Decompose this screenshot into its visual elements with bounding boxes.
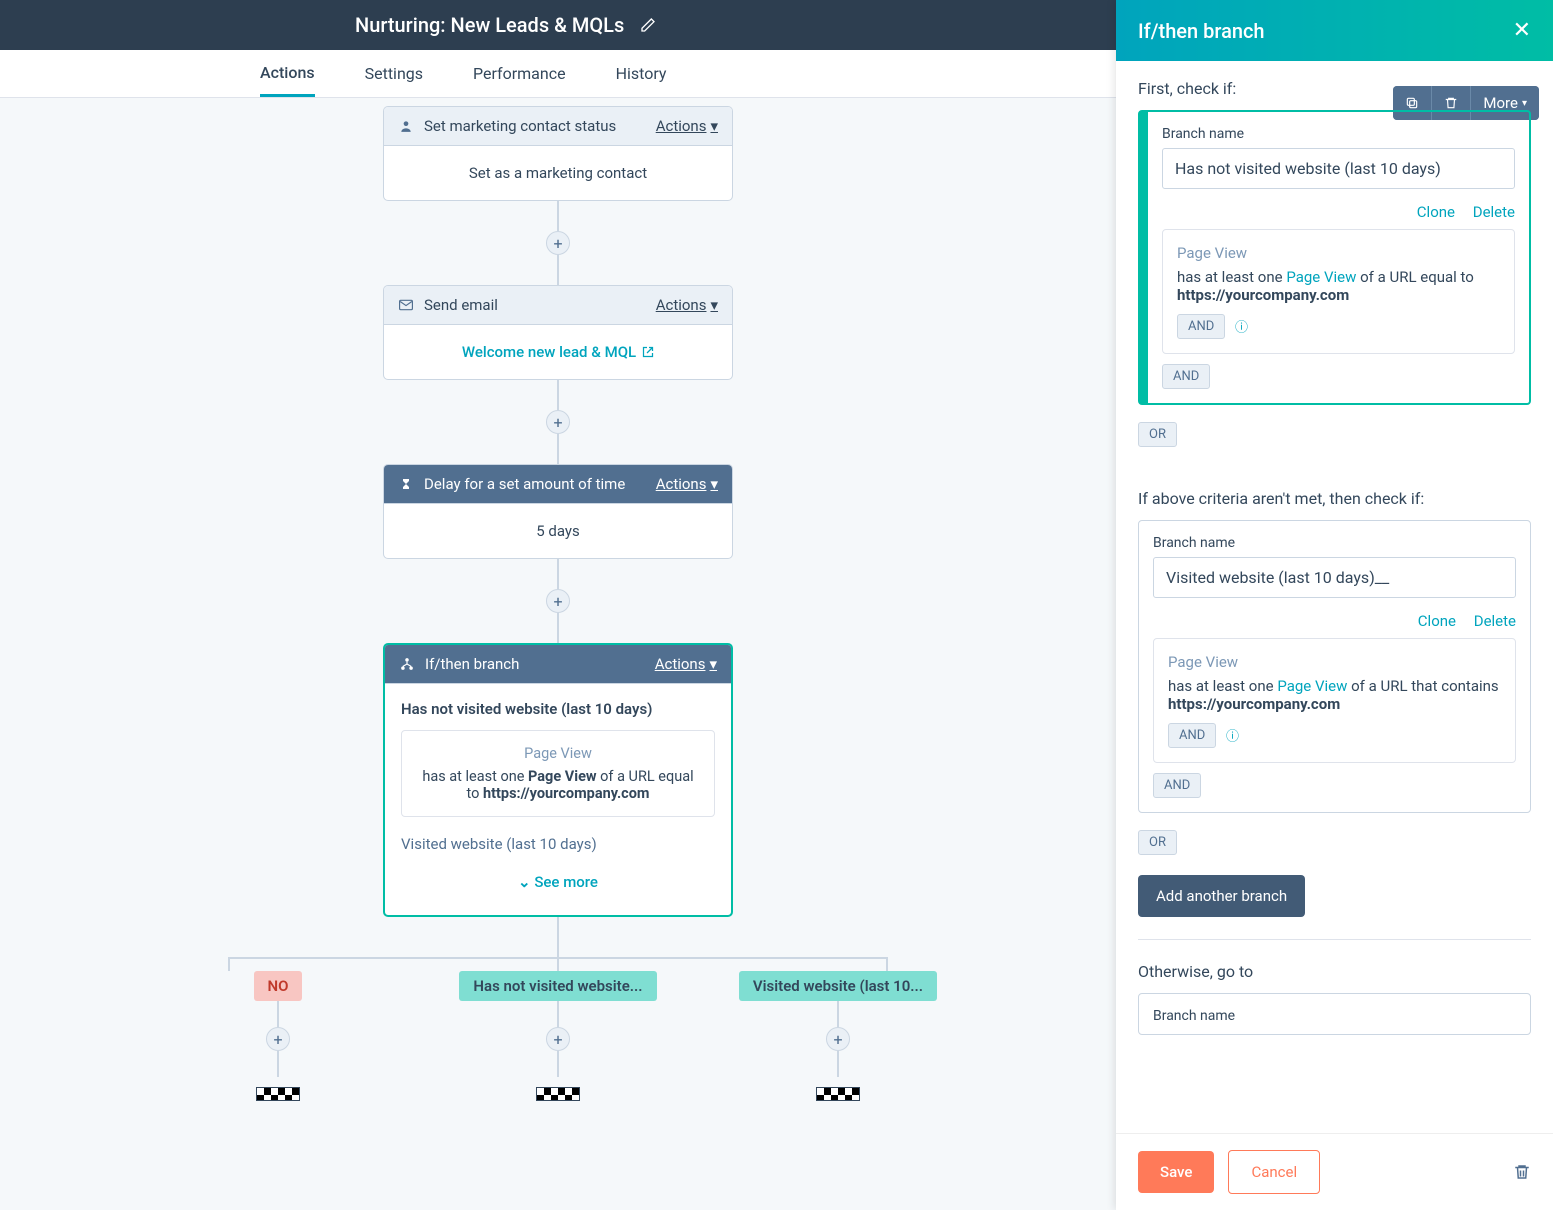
hourglass-icon: [398, 476, 414, 492]
branch-panel-otherwise[interactable]: Branch name: [1138, 993, 1531, 1035]
delete-link[interactable]: Delete: [1474, 612, 1516, 630]
card-actions-menu[interactable]: Actions ▾: [655, 655, 717, 673]
clone-link[interactable]: Clone: [1418, 612, 1456, 630]
sidebar-header: If/then branch ✕: [1116, 0, 1553, 61]
delete-link[interactable]: Delete: [1473, 203, 1515, 221]
card-actions-menu[interactable]: Actions ▾: [656, 117, 718, 135]
filter-box-2[interactable]: Page View has at least one Page View of …: [1153, 638, 1516, 763]
card-title: Delay for a set amount of time: [424, 475, 625, 493]
branch-label-no[interactable]: NO: [254, 971, 303, 1001]
or-pill[interactable]: OR: [1138, 422, 1177, 447]
page-view-heading: Page View: [1168, 653, 1501, 671]
otherwise-label: Otherwise, go to: [1138, 962, 1531, 981]
and-pill[interactable]: AND: [1177, 314, 1225, 339]
criteria-box[interactable]: Page View has at least one Page View of …: [401, 730, 715, 817]
page-view-heading: Page View: [1177, 244, 1500, 262]
connector: [557, 255, 559, 285]
add-action-button[interactable]: +: [546, 410, 570, 434]
branch-1-title: Has not visited website (last 10 days): [401, 700, 715, 718]
add-another-branch-button[interactable]: Add another branch: [1138, 875, 1305, 917]
close-icon[interactable]: ✕: [1513, 18, 1531, 43]
add-action-button[interactable]: +: [266, 1027, 290, 1051]
card-set-marketing-status[interactable]: Set marketing contact status Actions ▾ S…: [383, 106, 733, 201]
branch-icon: [399, 656, 415, 672]
card-body: 5 days: [384, 504, 732, 558]
connector: [557, 434, 559, 464]
filter-box-1[interactable]: Page View has at least one Page View of …: [1162, 229, 1515, 354]
card-title: If/then branch: [425, 655, 519, 673]
branch-2-title: Visited website (last 10 days): [401, 835, 715, 853]
card-title: Set marketing contact status: [424, 117, 616, 135]
branch-label-1[interactable]: Has not visited website...: [459, 971, 656, 1001]
card-actions-menu[interactable]: Actions ▾: [656, 475, 718, 493]
card-title: Send email: [424, 296, 498, 314]
info-icon[interactable]: ⓘ: [1226, 730, 1239, 745]
end-marker: [256, 1087, 300, 1101]
person-icon: [398, 118, 414, 134]
card-body: Set as a marketing contact: [384, 146, 732, 200]
cancel-button[interactable]: Cancel: [1228, 1150, 1320, 1194]
workflow-canvas[interactable]: Set marketing contact status Actions ▾ S…: [0, 100, 1116, 1210]
end-marker: [536, 1087, 580, 1101]
edit-title-icon[interactable]: [640, 17, 656, 33]
tab-settings[interactable]: Settings: [365, 52, 423, 95]
branch-name-label: Branch name: [1153, 1008, 1516, 1024]
divider: [1138, 939, 1531, 940]
branch-panel-2[interactable]: Branch name Clone Delete Page View has a…: [1138, 520, 1531, 813]
sidebar-panel: If/then branch ✕ More ▾ First, check if:…: [1116, 0, 1553, 1210]
end-marker: [816, 1087, 860, 1101]
tab-history[interactable]: History: [616, 52, 667, 95]
email-link[interactable]: Welcome new lead & MQL: [462, 343, 654, 361]
see-more-button[interactable]: See more: [401, 865, 715, 899]
and-pill[interactable]: AND: [1153, 773, 1201, 798]
connector: [557, 380, 559, 410]
or-pill[interactable]: OR: [1138, 830, 1177, 855]
card-delay[interactable]: Delay for a set amount of time Actions ▾…: [383, 464, 733, 559]
page-title: Nurturing: New Leads & MQLs: [355, 13, 624, 37]
add-action-button[interactable]: +: [546, 589, 570, 613]
tab-performance[interactable]: Performance: [473, 52, 566, 95]
branch-name-input-1[interactable]: [1162, 148, 1515, 189]
trash-icon[interactable]: [1513, 1163, 1531, 1181]
branch-name-label: Branch name: [1153, 535, 1516, 551]
clone-link[interactable]: Clone: [1417, 203, 1455, 221]
save-button[interactable]: Save: [1138, 1151, 1214, 1193]
branch-name-input-2[interactable]: [1153, 557, 1516, 598]
second-check-label: If above criteria aren't met, then check…: [1138, 489, 1531, 508]
and-pill[interactable]: AND: [1162, 364, 1210, 389]
email-icon: [398, 297, 414, 313]
sidebar-footer: Save Cancel: [1116, 1133, 1553, 1210]
branch-panel-1[interactable]: Branch name Clone Delete Page View has a…: [1138, 110, 1531, 405]
card-actions-menu[interactable]: Actions ▾: [656, 296, 718, 314]
connector: [557, 201, 559, 231]
add-action-button[interactable]: +: [546, 231, 570, 255]
add-action-button[interactable]: +: [826, 1027, 850, 1051]
connector: [557, 613, 559, 643]
sidebar-title: If/then branch: [1138, 19, 1265, 43]
add-action-button[interactable]: +: [546, 1027, 570, 1051]
and-pill[interactable]: AND: [1168, 723, 1216, 748]
branch-label-2[interactable]: Visited website (last 10...: [739, 971, 937, 1001]
branch-name-label: Branch name: [1162, 126, 1515, 142]
page-view-label: Page View: [416, 745, 700, 762]
card-send-email[interactable]: Send email Actions ▾ Welcome new lead & …: [383, 285, 733, 380]
card-if-then-branch[interactable]: If/then branch Actions ▾ Has not visited…: [383, 643, 733, 917]
info-icon[interactable]: ⓘ: [1235, 321, 1248, 336]
connector: [557, 559, 559, 589]
connector: [557, 917, 559, 957]
tab-actions[interactable]: Actions: [260, 51, 315, 97]
